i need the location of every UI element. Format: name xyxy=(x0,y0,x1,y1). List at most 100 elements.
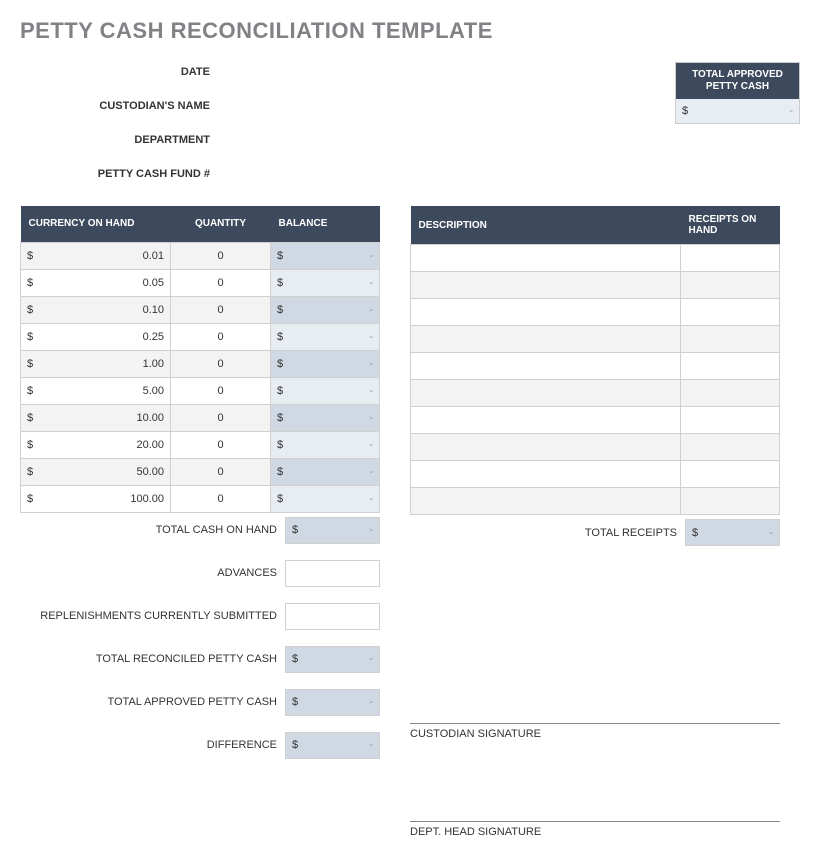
receipts-cell[interactable] xyxy=(681,245,780,272)
description-cell[interactable] xyxy=(411,299,681,326)
currency-symbol: $ xyxy=(27,385,33,397)
custodian-signature-line xyxy=(410,702,780,724)
quantity-cell[interactable]: 0 xyxy=(171,242,271,269)
dash: - xyxy=(369,412,373,424)
currency-amount: 10.00 xyxy=(136,412,164,424)
description-cell[interactable] xyxy=(411,245,681,272)
currency-symbol: $ xyxy=(27,304,33,316)
replenishments-row: REPLENISHMENTS CURRENTLY SUBMITTED xyxy=(20,603,380,630)
currency-symbol: $ xyxy=(292,524,298,536)
currency-symbol: $ xyxy=(277,331,283,343)
currency-cell: $0.01 xyxy=(21,242,171,269)
total-receipts-row: TOTAL RECEIPTS $ - xyxy=(410,519,780,546)
dash: - xyxy=(369,358,373,370)
table-row: $10.000$- xyxy=(21,404,380,431)
currency-symbol: $ xyxy=(277,250,283,262)
receipts-cell[interactable] xyxy=(681,353,780,380)
table-row: $20.000$- xyxy=(21,431,380,458)
total-receipts-value: $ - xyxy=(685,519,780,546)
currency-symbol: $ xyxy=(692,527,698,539)
receipts-cell[interactable] xyxy=(681,461,780,488)
currency-amount: 50.00 xyxy=(136,466,164,478)
currency-amount: 0.05 xyxy=(143,277,164,289)
dash: - xyxy=(769,527,773,539)
quantity-cell[interactable]: 0 xyxy=(171,404,271,431)
table-row xyxy=(411,407,780,434)
receipts-cell[interactable] xyxy=(681,434,780,461)
currency-cell: $5.00 xyxy=(21,377,171,404)
currency-symbol: $ xyxy=(277,493,283,505)
advances-input[interactable] xyxy=(285,560,380,587)
currency-symbol: $ xyxy=(27,331,33,343)
quantity-cell[interactable]: 0 xyxy=(171,296,271,323)
approved-box-dash: - xyxy=(789,105,793,117)
description-cell[interactable] xyxy=(411,272,681,299)
description-cell[interactable] xyxy=(411,488,681,515)
quantity-cell[interactable]: 0 xyxy=(171,377,271,404)
receipts-cell[interactable] xyxy=(681,299,780,326)
replenishments-input[interactable] xyxy=(285,603,380,630)
approved-box-value: $ - xyxy=(676,99,799,123)
dash: - xyxy=(369,331,373,343)
receipts-cell[interactable] xyxy=(681,488,780,515)
description-cell[interactable] xyxy=(411,434,681,461)
currency-symbol: $ xyxy=(277,358,283,370)
currency-symbol: $ xyxy=(292,739,298,751)
currency-symbol: $ xyxy=(277,466,283,478)
description-cell[interactable] xyxy=(411,326,681,353)
quantity-cell[interactable]: 0 xyxy=(171,350,271,377)
approved-box-header: TOTAL APPROVED PETTY CASH xyxy=(676,63,799,99)
currency-amount: 20.00 xyxy=(136,439,164,451)
dash: - xyxy=(369,250,373,262)
receipts-cell[interactable] xyxy=(681,272,780,299)
receipts-cell[interactable] xyxy=(681,326,780,353)
currency-amount: 5.00 xyxy=(143,385,164,397)
receipts-cell[interactable] xyxy=(681,407,780,434)
description-cell[interactable] xyxy=(411,380,681,407)
label-custodian: CUSTODIAN'S NAME xyxy=(20,100,220,112)
currency-symbol: $ xyxy=(292,653,298,665)
quantity-cell[interactable]: 0 xyxy=(171,458,271,485)
currency-symbol: $ xyxy=(27,493,33,505)
table-row: $0.010$- xyxy=(21,242,380,269)
dash: - xyxy=(369,524,373,536)
currency-table: CURRENCY ON HAND QUANTITY BALANCE $0.010… xyxy=(20,206,380,513)
th-description: DESCRIPTION xyxy=(411,206,681,245)
table-row xyxy=(411,353,780,380)
currency-symbol: $ xyxy=(292,696,298,708)
currency-symbol: $ xyxy=(277,439,283,451)
table-row: $5.000 $ - xyxy=(21,377,380,404)
quantity-cell[interactable]: 0 xyxy=(171,323,271,350)
balance-cell: $- xyxy=(271,323,380,350)
table-row xyxy=(411,434,780,461)
receipts-table: DESCRIPTION RECEIPTS ON HAND xyxy=(410,206,780,515)
table-row xyxy=(411,326,780,353)
dash: - xyxy=(369,696,373,708)
right-totals: TOTAL RECEIPTS $ - xyxy=(410,519,780,546)
dept-head-signature-label: DEPT. HEAD SIGNATURE xyxy=(410,826,780,838)
quantity-cell[interactable]: 0 xyxy=(171,269,271,296)
currency-amount: 1.00 xyxy=(143,358,164,370)
currency-symbol: $ xyxy=(27,358,33,370)
currency-amount: 0.25 xyxy=(143,331,164,343)
description-cell[interactable] xyxy=(411,353,681,380)
balance-cell: $- xyxy=(271,404,380,431)
dash: - xyxy=(369,385,373,397)
balance-cell: $- xyxy=(271,242,380,269)
difference-value: $ - xyxy=(285,732,380,759)
description-cell[interactable] xyxy=(411,407,681,434)
balance-cell: $- xyxy=(271,458,380,485)
receipts-column: DESCRIPTION RECEIPTS ON HAND TOTAL RECEI… xyxy=(410,206,780,838)
quantity-cell[interactable]: 0 xyxy=(171,431,271,458)
description-cell[interactable] xyxy=(411,461,681,488)
balance-cell: $- xyxy=(271,269,380,296)
receipts-cell[interactable] xyxy=(681,380,780,407)
total-cash-value: $ - xyxy=(285,517,380,544)
custodian-signature-block: CUSTODIAN SIGNATURE xyxy=(410,702,780,740)
quantity-cell[interactable]: 0 xyxy=(171,485,271,512)
th-balance: BALANCE xyxy=(271,206,380,242)
approved-row: TOTAL APPROVED PETTY CASH $ - xyxy=(20,689,380,716)
advances-label: ADVANCES xyxy=(20,567,285,579)
th-currency: CURRENCY ON HAND xyxy=(21,206,171,242)
reconciled-value: $ - xyxy=(285,646,380,673)
